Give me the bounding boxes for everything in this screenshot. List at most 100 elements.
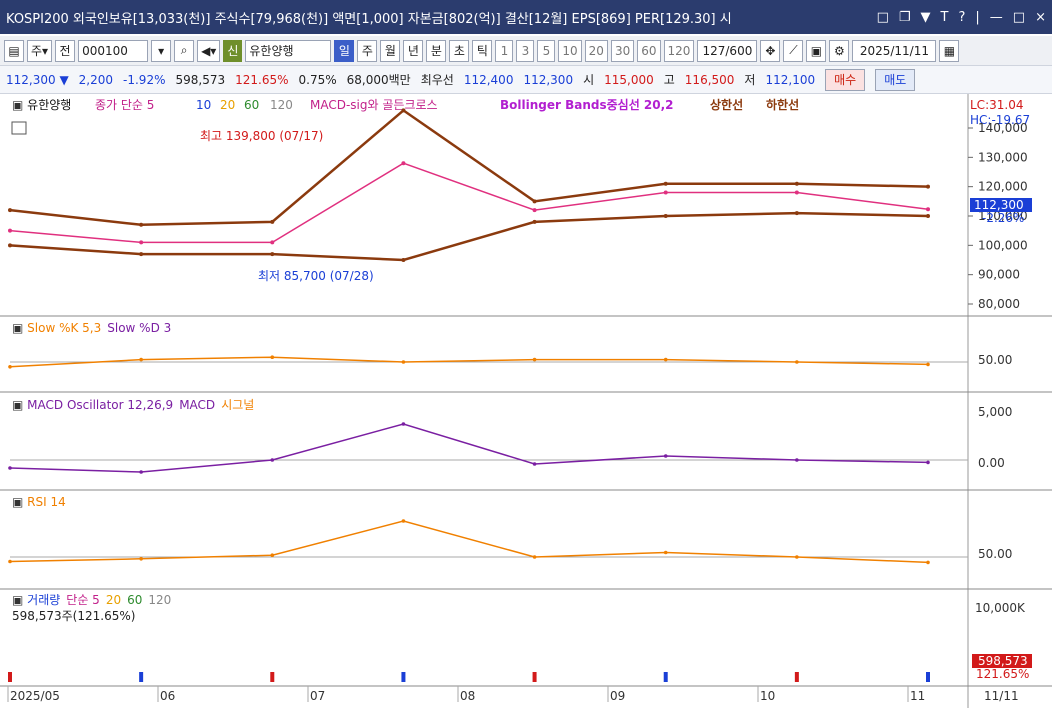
x-tick-label: 2025/05	[10, 689, 60, 703]
stoch-legend: ▣ Slow %K 5,3 Slow %D 3	[12, 321, 171, 335]
jeon-button[interactable]: 전	[55, 39, 76, 62]
series-point	[663, 357, 668, 362]
price-tick-label: 90,000	[978, 268, 1020, 282]
high-price: 116,500	[684, 72, 735, 87]
chart-menu-icon[interactable]: ▤	[4, 39, 24, 62]
series-point	[532, 357, 537, 362]
series-point	[926, 362, 930, 367]
period-tick[interactable]: 틱	[472, 39, 493, 62]
gear-icon[interactable]: ⚙	[829, 39, 850, 62]
series-point	[401, 422, 406, 426]
x-tick-label: 11	[910, 689, 925, 703]
series-point	[270, 240, 275, 245]
interval-120[interactable]: 120	[663, 39, 695, 62]
series-point	[270, 355, 275, 360]
count-field[interactable]: 127/600	[697, 39, 758, 62]
save-icon[interactable]: ▣	[806, 39, 827, 62]
volume-bar	[794, 672, 799, 682]
legend-ma60: 60	[244, 98, 259, 112]
volume-ratio: 121.65%	[235, 72, 289, 87]
stock-name-field[interactable]: 유한양행	[245, 39, 332, 62]
series-point	[8, 466, 12, 470]
stock-code-input[interactable]: 000100	[78, 39, 149, 62]
volume-last: 598,573	[978, 654, 1028, 668]
trade-amount: 68,000백만	[346, 73, 411, 87]
search-icon[interactable]: ⌕	[174, 39, 195, 62]
price-tick-label: 80,000	[978, 297, 1020, 311]
series-point	[663, 454, 668, 458]
legend-macd-sig: MACD-sig와 골든크로스	[310, 98, 438, 112]
series-point	[8, 228, 12, 233]
macd-tick-high: 5,000	[978, 405, 1012, 419]
interval-1[interactable]: 1	[495, 39, 514, 62]
series-point	[401, 519, 406, 523]
period-day[interactable]: 일	[334, 39, 355, 62]
sell-button[interactable]: 매도	[875, 68, 916, 91]
popout-icon[interactable]: ❐	[899, 10, 911, 25]
series-point	[401, 258, 406, 262]
buy-button[interactable]: 매수	[825, 68, 866, 91]
shin-badge[interactable]: 신	[223, 39, 243, 62]
x-tick-label: 07	[310, 689, 325, 703]
legend-bb: Bollinger Bands중심선 20,2	[500, 97, 674, 112]
legend-bb-lower: 하한선	[766, 97, 799, 112]
interval-3[interactable]: 3	[516, 39, 535, 62]
current-price: 112,300 ▼	[6, 72, 69, 87]
interval-60[interactable]: 60	[637, 39, 661, 62]
chart-area[interactable]: ▣ 유한양행 종가 단순 5 10 20 60 120 MACD-sig와 골든…	[0, 94, 1052, 708]
volume-last-rate: 121.65%	[976, 667, 1029, 681]
close-button[interactable]: ×	[1035, 10, 1046, 25]
best-ask: 112,400	[463, 72, 514, 87]
legend-bb-upper: 상한선	[710, 97, 743, 112]
price-tick-label: 130,000	[978, 150, 1028, 164]
series-point	[8, 559, 12, 564]
interval-5[interactable]: 5	[537, 39, 556, 62]
pin-icon[interactable]: ▼	[921, 10, 931, 25]
date-input[interactable]: 2025/11/11	[852, 39, 937, 62]
draw-icon[interactable]: ⟋	[783, 39, 804, 62]
open-label: 시	[583, 73, 595, 87]
series-point	[795, 458, 799, 462]
volume-tick: 10,000K	[975, 601, 1026, 615]
grid-toggle-icon[interactable]	[11, 121, 27, 135]
period-week[interactable]: 주	[357, 39, 378, 62]
crosshair-icon[interactable]: ✥	[760, 39, 781, 62]
series-point	[139, 470, 143, 474]
period-minute[interactable]: 분	[426, 39, 447, 62]
interval-10[interactable]: 10	[558, 39, 582, 62]
calendar-icon[interactable]: ▦	[939, 39, 960, 62]
series-point	[663, 214, 668, 218]
series-point	[926, 460, 930, 465]
stoch-tick: 50.00	[978, 353, 1012, 367]
sound-icon[interactable]: ◀▾	[197, 39, 221, 62]
price-tick-label: 140,000	[978, 121, 1028, 135]
series-point	[532, 462, 537, 466]
low-label: 저	[744, 73, 756, 87]
period-year[interactable]: 년	[403, 39, 424, 62]
maximize-button[interactable]: □	[1013, 10, 1025, 25]
chart-canvas[interactable]: ▣ 유한양행 종가 단순 5 10 20 60 120 MACD-sig와 골든…	[0, 94, 1052, 708]
period-month[interactable]: 월	[380, 39, 401, 62]
last-price: 112,300	[974, 198, 1024, 212]
lc-label: LC:31.04	[970, 98, 1023, 112]
interval-30[interactable]: 30	[610, 39, 635, 62]
minimize-button[interactable]: —	[990, 10, 1003, 25]
help-icon[interactable]: ?	[959, 10, 966, 25]
rsi-tick: 50.00	[978, 547, 1012, 561]
type-select[interactable]: 주 ▾	[27, 39, 53, 62]
interval-20[interactable]: 20	[584, 39, 608, 62]
legend-stock-name: ▣ 유한양행	[12, 97, 71, 112]
series-point	[532, 208, 537, 213]
series-point	[139, 240, 144, 245]
series-point	[794, 181, 799, 186]
window-controls: □ ❐ ▼ T ? | — □ ×	[871, 10, 1046, 25]
series-point	[8, 365, 12, 369]
code-dropdown-icon[interactable]: ▾	[151, 39, 172, 62]
layout-icon[interactable]: □	[877, 10, 889, 25]
series-point	[139, 222, 144, 227]
high-label: 고	[663, 73, 675, 87]
series-point	[401, 360, 406, 364]
series-point	[139, 357, 143, 362]
period-second[interactable]: 초	[449, 39, 470, 62]
text-size-icon[interactable]: T	[941, 10, 949, 25]
